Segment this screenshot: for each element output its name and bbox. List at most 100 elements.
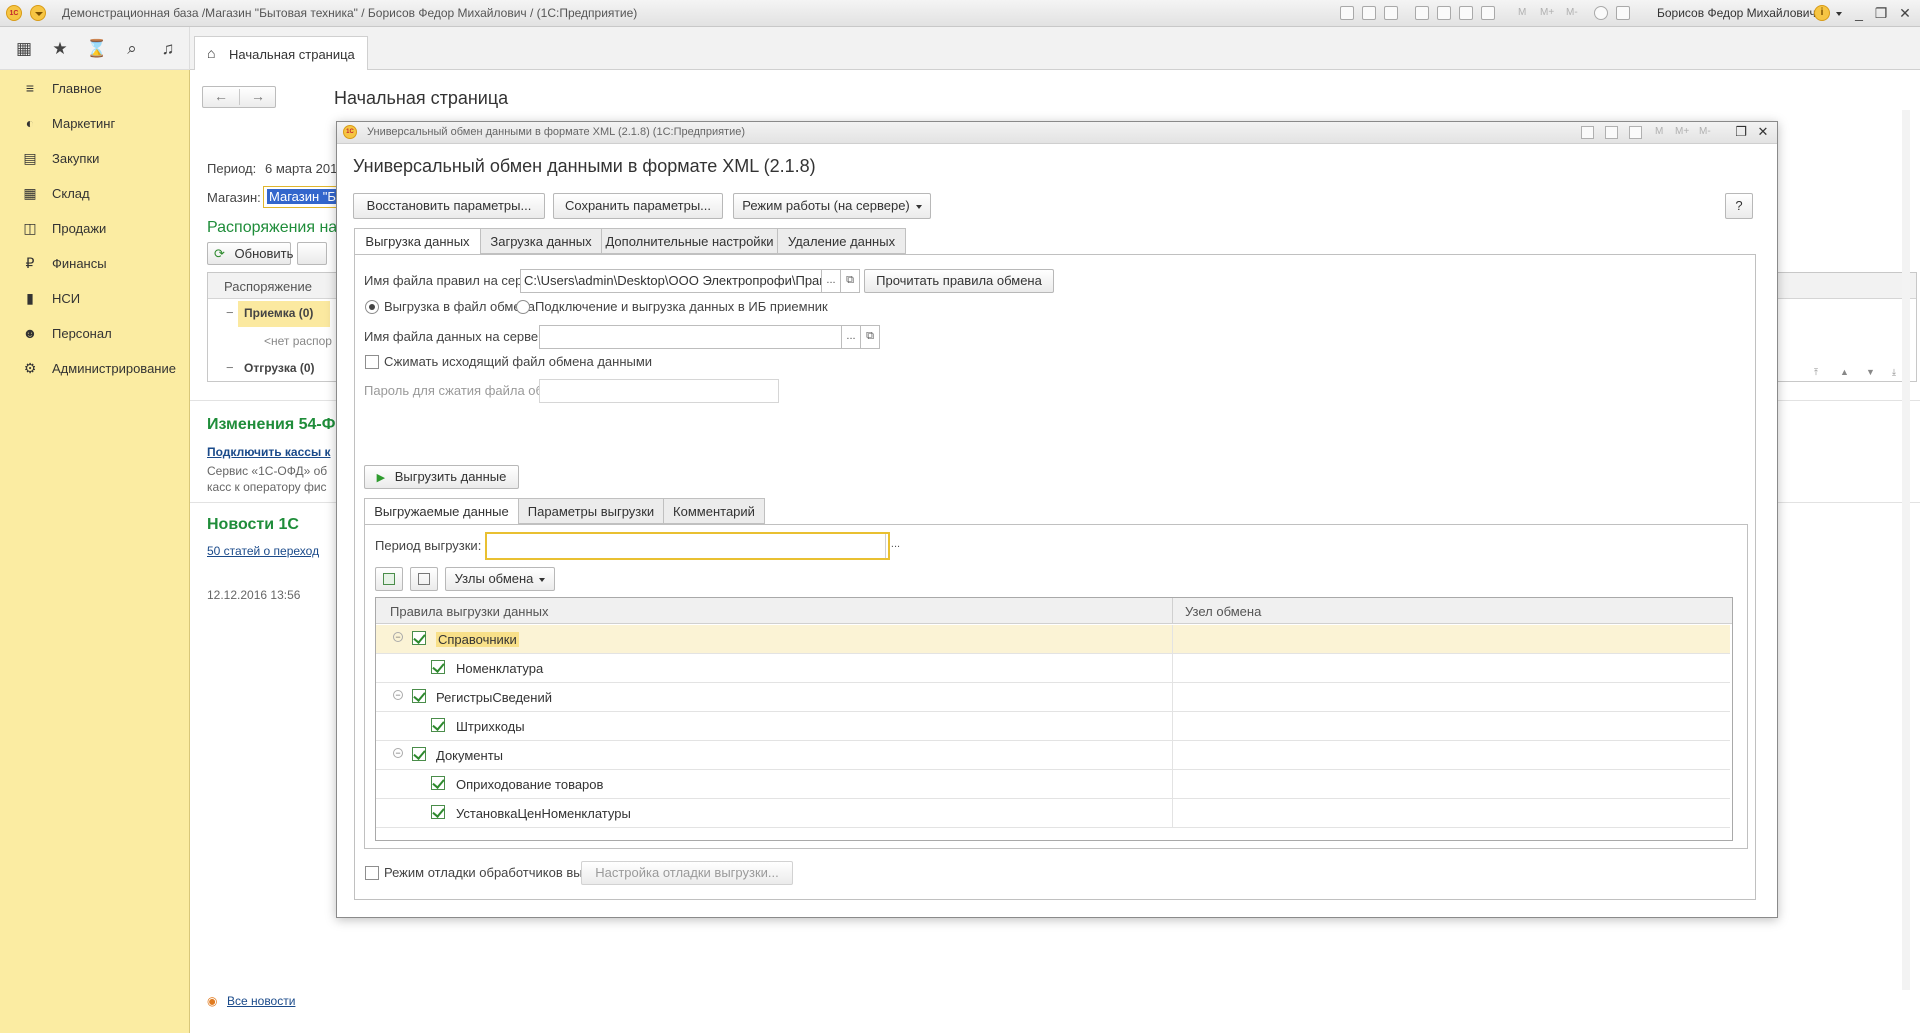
tab-export[interactable]: Выгрузка данных <box>354 228 481 255</box>
row-checkbox[interactable] <box>431 776 445 790</box>
exchange-nodes-button[interactable]: Узлы обмена <box>445 567 555 591</box>
collapse-icon[interactable]: − <box>226 360 234 375</box>
collapse-icon[interactable]: − <box>393 690 403 700</box>
work-mode-button[interactable]: Режим работы (на сервере) <box>733 193 931 219</box>
read-rules-button[interactable]: Прочитать правила обмена <box>864 269 1054 293</box>
tab-comment[interactable]: Комментарий <box>663 498 765 524</box>
search-icon[interactable]: ⌕ <box>122 39 142 59</box>
select-file-button[interactable]: ... <box>841 325 861 349</box>
export-period-field[interactable] <box>485 532 890 560</box>
tree-row[interactable]: − Справочники <box>376 625 1730 654</box>
calendar-icon[interactable] <box>1629 126 1642 139</box>
debug-mode-checkbox[interactable] <box>365 866 379 880</box>
tree-row-shipment[interactable]: Отгрузка (0) <box>244 361 315 375</box>
save-params-button[interactable]: Сохранить параметры... <box>553 193 723 219</box>
sidebar-item-finance[interactable]: ₽ Финансы <box>0 249 189 279</box>
close-button[interactable]: ✕ <box>1896 4 1914 22</box>
tab-delete-data[interactable]: Удаление данных <box>777 228 906 254</box>
select-file-button[interactable]: ... <box>821 269 841 293</box>
panels-icon[interactable] <box>1616 6 1630 20</box>
export-data-button[interactable]: ▶ Выгрузить данные <box>364 465 519 489</box>
changes-link[interactable]: Подключить кассы к <box>207 445 331 459</box>
print-icon[interactable] <box>1581 126 1594 139</box>
row-checkbox[interactable] <box>412 689 426 703</box>
print-icon[interactable] <box>1362 6 1376 20</box>
row-checkbox[interactable] <box>412 747 426 761</box>
data-file-field[interactable] <box>539 325 842 349</box>
restore-button[interactable]: ❐ <box>1872 4 1890 22</box>
tree-row[interactable]: − РегистрыСведений <box>376 683 1730 712</box>
report-button[interactable] <box>297 242 327 265</box>
tab-home[interactable]: ⌂ Начальная страница <box>194 36 368 70</box>
radio-export-to-ib[interactable] <box>516 300 530 314</box>
tree-row[interactable]: УстановкаЦенНоменклатуры <box>376 799 1730 828</box>
sidebar-item-sales[interactable]: ◫ Продажи <box>0 214 189 244</box>
clipboard-icon[interactable] <box>1481 6 1495 20</box>
open-file-icon[interactable]: ⧉ <box>860 325 880 349</box>
down-icon[interactable]: ▼ <box>1866 367 1875 377</box>
tree-row[interactable]: Номенклатура <box>376 654 1730 683</box>
collapse-icon[interactable]: − <box>393 748 403 758</box>
preview-icon[interactable] <box>1384 6 1398 20</box>
link-icon[interactable] <box>1415 6 1429 20</box>
save-icon[interactable] <box>1340 6 1354 20</box>
calculator-icon[interactable] <box>1605 126 1618 139</box>
sidebar-item-personnel[interactable]: ☻ Персонал <box>0 319 189 349</box>
notifications-bell-icon[interactable]: ♫ <box>158 39 178 59</box>
tab-exported-data[interactable]: Выгружаемые данные <box>364 498 519 525</box>
sidebar-item-main[interactable]: ≡ Главное <box>0 74 189 104</box>
shop-field[interactable]: Магазин "Б <box>263 186 343 208</box>
tree-row[interactable]: − Документы <box>376 741 1730 770</box>
all-news-link[interactable]: Все новости <box>227 994 295 1008</box>
calculator-icon[interactable] <box>1437 6 1451 20</box>
collapse-icon[interactable]: − <box>226 305 234 320</box>
row-checkbox[interactable] <box>431 718 445 732</box>
up-icon[interactable]: ▲ <box>1840 367 1849 377</box>
memory-minus-button[interactable]: M- <box>1566 7 1578 18</box>
debug-settings-button[interactable]: Настройка отладки выгрузки... <box>581 861 793 885</box>
last-icon[interactable]: ⤓ <box>1892 367 1896 378</box>
tree-row-empty[interactable]: <нет распор <box>264 334 332 348</box>
tree-row-receipt[interactable]: Приемка (0) <box>244 306 313 320</box>
tree-row[interactable]: Штрихкоды <box>376 712 1730 741</box>
tab-additional-settings[interactable]: Дополнительные настройки <box>601 228 778 254</box>
memory-m-button[interactable]: M <box>1655 126 1663 137</box>
first-icon[interactable]: ⤒ <box>1814 367 1818 378</box>
check-all-button[interactable] <box>375 567 403 591</box>
info-dropdown-icon[interactable] <box>1836 12 1842 16</box>
period-value[interactable]: 6 марта 201 <box>265 161 337 176</box>
restore-params-button[interactable]: Восстановить параметры... <box>353 193 545 219</box>
refresh-button[interactable]: ⟳ Обновить <box>207 242 293 265</box>
uncheck-all-button[interactable] <box>410 567 438 591</box>
sidebar-item-warehouse[interactable]: ▦ Склад <box>0 179 189 209</box>
tab-export-params[interactable]: Параметры выгрузки <box>518 498 664 524</box>
apps-grid-icon[interactable]: ▦ <box>14 39 34 59</box>
news-link[interactable]: 50 статей о переход <box>207 544 319 558</box>
collapse-icon[interactable]: − <box>393 632 403 642</box>
tree-row[interactable]: Оприходование товаров <box>376 770 1730 799</box>
memory-plus-button[interactable]: M+ <box>1540 7 1554 18</box>
memory-plus-button[interactable]: M+ <box>1675 126 1689 137</box>
back-button[interactable]: ← <box>203 88 239 104</box>
row-checkbox[interactable] <box>431 805 445 819</box>
sidebar-item-administration[interactable]: ⚙ Администрирование <box>0 354 189 384</box>
open-file-icon[interactable]: ⧉ <box>840 269 860 293</box>
sidebar-item-purchases[interactable]: ▤ Закупки <box>0 144 189 174</box>
radio-export-to-file[interactable] <box>365 300 379 314</box>
memory-minus-button[interactable]: M- <box>1699 126 1711 137</box>
calendar-icon[interactable] <box>1459 6 1473 20</box>
main-menu-button[interactable] <box>30 5 46 21</box>
rules-file-field[interactable]: C:\Users\admin\Desktop\ООО Электропрофи\… <box>520 269 822 293</box>
close-button[interactable]: ✕ <box>1755 124 1771 140</box>
info-icon[interactable]: i <box>1814 5 1830 21</box>
forward-button[interactable]: → <box>240 88 276 104</box>
period-select-button[interactable]: ... <box>885 534 905 558</box>
row-checkbox[interactable] <box>412 631 426 645</box>
sidebar-item-marketing[interactable]: ◐ Маркетинг <box>0 109 189 139</box>
sidebar-item-nsi[interactable]: ▮ НСИ <box>0 284 189 314</box>
help-button[interactable]: ? <box>1725 193 1753 219</box>
current-user[interactable]: Борисов Федор Михайлович <box>1657 6 1816 20</box>
row-checkbox[interactable] <box>431 660 445 674</box>
history-icon[interactable]: ⌛ <box>86 39 107 59</box>
compress-checkbox[interactable] <box>365 355 379 369</box>
